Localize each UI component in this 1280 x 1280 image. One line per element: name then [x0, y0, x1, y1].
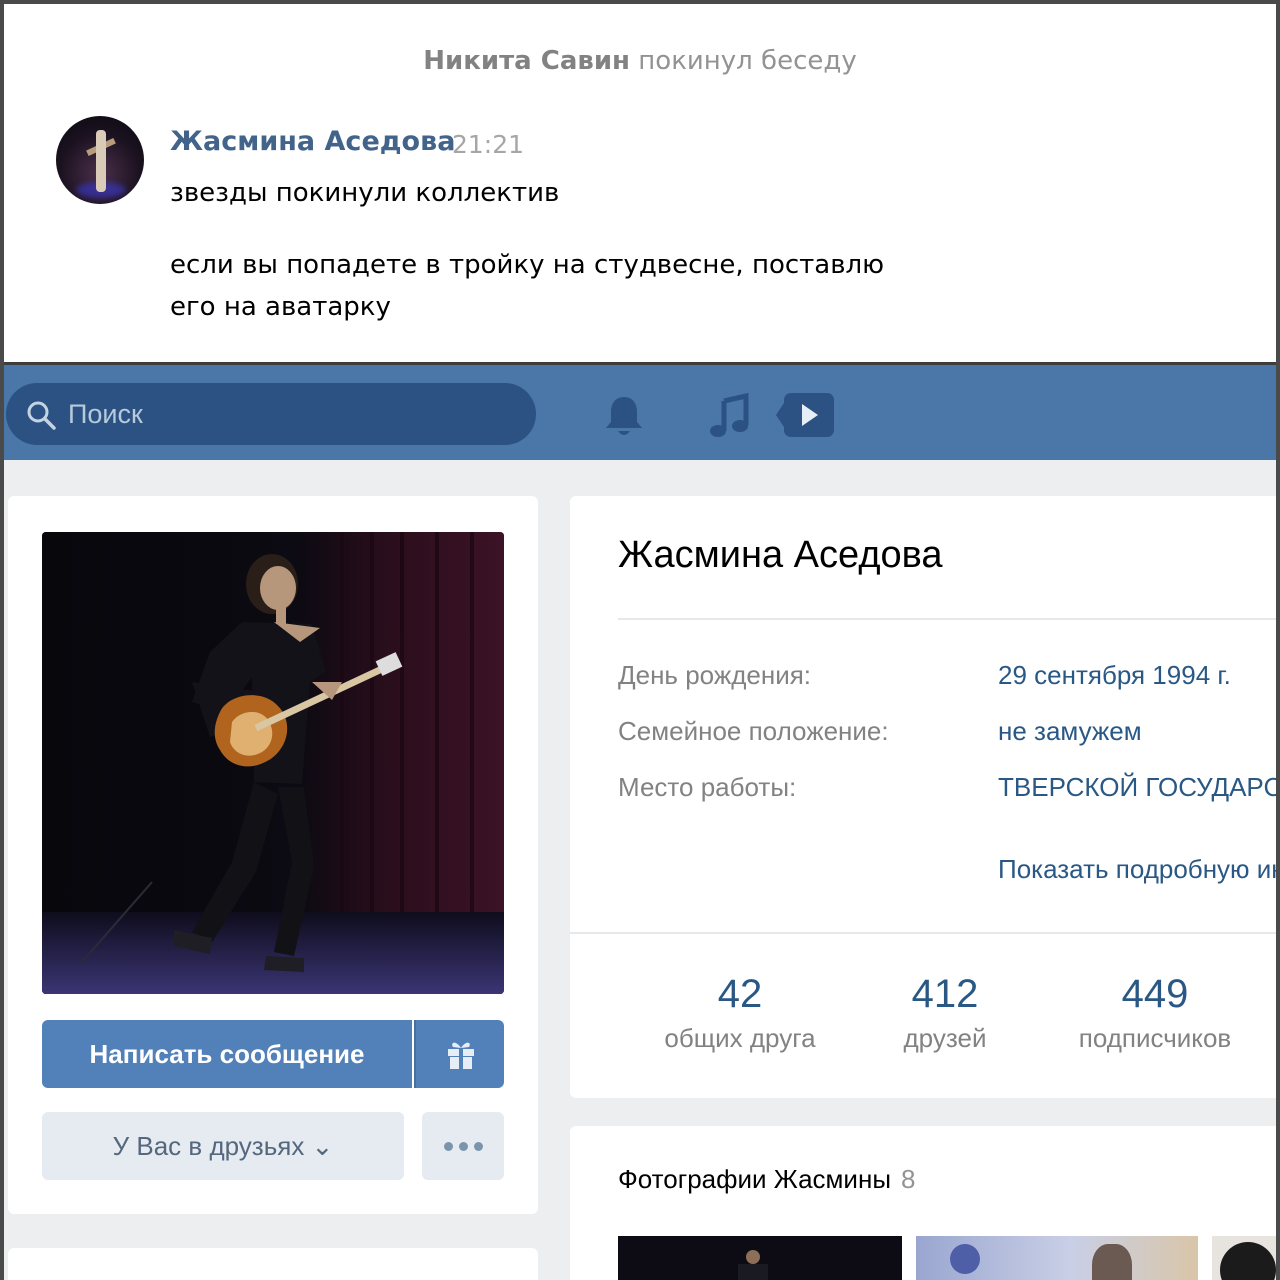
left-secondary-card: [8, 1248, 538, 1280]
birthday-value[interactable]: 29 сентября 1994 г.: [998, 660, 1231, 691]
search-icon: [27, 401, 56, 430]
search-input[interactable]: [68, 383, 508, 445]
birthday-label: День рождения:: [618, 660, 812, 690]
message-author-name[interactable]: Жасмина Аседова: [170, 126, 455, 157]
relationship-value[interactable]: не замужем: [998, 716, 1142, 747]
system-message-user[interactable]: Никита Савин: [423, 46, 630, 76]
profile-photo[interactable]: [42, 532, 504, 994]
profile-avatar-card: Написать сообщение У Вас в друзьях ⌄: [8, 496, 538, 1214]
photos-count: 8: [901, 1164, 916, 1194]
counter-number: 412: [911, 972, 979, 1016]
show-details-link[interactable]: Показать подробную информацию: [998, 854, 1276, 885]
counter-number: 42: [717, 972, 763, 1016]
followers-counter[interactable]: 449 подписчиков: [1060, 972, 1250, 1054]
profile-photo-image: [42, 532, 504, 994]
dot-icon: [474, 1142, 483, 1151]
mutual-friends-counter[interactable]: 42 общих друга: [652, 972, 828, 1054]
photos-card: Фотографии Жасмины 8: [570, 1126, 1276, 1280]
photos-title[interactable]: Фотографии Жасмины 8: [618, 1164, 915, 1195]
system-message: Никита Савин покинул беседу: [4, 46, 1276, 76]
divider: [618, 618, 1276, 620]
message-text: звезды покинули коллектив если вы попаде…: [170, 172, 970, 328]
relationship-label: Семейное положение:: [618, 716, 889, 746]
more-actions-button[interactable]: [422, 1112, 504, 1180]
profile-info-card: Жасмина Аседова День рождения: 29 сентяб…: [570, 496, 1276, 1098]
screenshot-frame: Никита Савин покинул беседу Жасмина Асед…: [0, 0, 1280, 1280]
friend-status-dropdown[interactable]: У Вас в друзьях ⌄: [42, 1112, 404, 1180]
message-line: звезды покинули коллектив: [170, 178, 560, 208]
photo-thumbnail[interactable]: [618, 1236, 902, 1280]
photo-thumbnail[interactable]: [916, 1236, 1198, 1280]
counter-label: друзей: [903, 1023, 987, 1053]
write-message-button[interactable]: Написать сообщение: [42, 1020, 412, 1088]
dot-icon: [444, 1142, 453, 1151]
search-box[interactable]: [6, 383, 536, 445]
workplace-value[interactable]: ТВЕРСКОЙ ГОСУДАРСТВЕННЫЙ: [998, 772, 1276, 803]
message-time[interactable]: 21:21: [452, 130, 524, 159]
friends-counter[interactable]: 412 друзей: [880, 972, 1010, 1054]
music-icon[interactable]: [708, 393, 752, 439]
workplace-label: Место работы:: [618, 772, 797, 802]
video-play-icon[interactable]: [774, 389, 836, 441]
message-line: его на аватарку: [170, 292, 391, 322]
top-nav-bar: [4, 362, 1276, 460]
counter-label: общих друга: [664, 1023, 816, 1053]
counter-number: 449: [1121, 972, 1189, 1016]
message-line: если вы попадете в тройку на студвесне, …: [170, 250, 885, 280]
photos-title-text: Фотографии Жасмины: [618, 1164, 891, 1194]
bell-icon[interactable]: [602, 393, 646, 439]
divider: [570, 932, 1276, 934]
dot-icon: [459, 1142, 468, 1151]
chat-panel: Никита Савин покинул беседу Жасмина Асед…: [4, 4, 1276, 362]
system-message-action: покинул беседу: [638, 46, 857, 76]
gift-icon: [448, 1042, 474, 1069]
counter-label: подписчиков: [1078, 1023, 1232, 1053]
message-author-avatar[interactable]: [56, 116, 144, 204]
photo-thumbnail[interactable]: [1212, 1236, 1276, 1280]
profile-page: Написать сообщение У Вас в друзьях ⌄ Жас…: [4, 460, 1276, 1280]
profile-name: Жасмина Аседова: [618, 534, 943, 576]
send-gift-button[interactable]: [414, 1020, 504, 1088]
